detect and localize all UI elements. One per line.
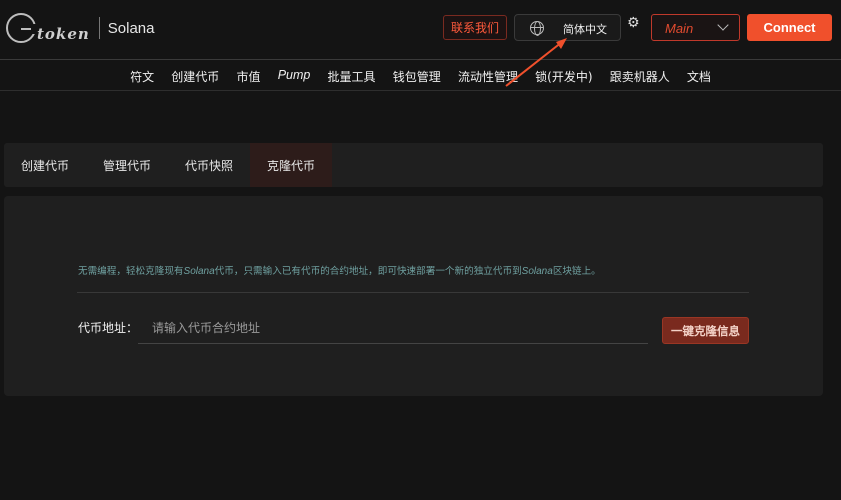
language-selector[interactable]: 简体中文 <box>514 14 621 41</box>
main-nav: 符文 创建代币 市值 Pump 批量工具 钱包管理 流动性管理 锁(开发中) 跟… <box>0 60 841 90</box>
globe-icon <box>530 21 544 36</box>
logo-divider <box>98 17 100 39</box>
tab-create-token[interactable]: 创建代币 <box>4 143 86 187</box>
nav-item-pump[interactable]: Pump <box>269 60 319 90</box>
language-label: 简体中文 <box>563 23 607 36</box>
clone-token-panel: 无需编程，轻松克隆现有Solana代币，只需输入已有代币的合约地址，即可快速部署… <box>4 196 823 396</box>
nav-item-batch-tools[interactable]: 批量工具 <box>319 60 384 90</box>
description-solana-2: Solana <box>521 266 553 277</box>
logo-mark-icon <box>6 13 37 43</box>
nav-item-docs[interactable]: 文档 <box>678 60 719 90</box>
token-address-input[interactable] <box>138 312 648 344</box>
chevron-down-icon <box>717 19 729 31</box>
chain-name: Solana <box>107 19 155 37</box>
network-label: Main <box>665 21 694 36</box>
nav-item-wallet-management[interactable]: 钱包管理 <box>384 60 449 90</box>
description-text-3: 区块链上。 <box>552 266 601 277</box>
network-select[interactable]: Main <box>651 14 740 41</box>
panel-divider <box>77 292 749 293</box>
connect-button[interactable]: Connect <box>747 14 832 41</box>
nav-item-lock[interactable]: 锁(开发中) <box>527 60 602 90</box>
logo[interactable]: token Solana <box>6 13 155 43</box>
nav-item-copy-trade-bot[interactable]: 跟卖机器人 <box>601 60 678 90</box>
description-text-1: 无需编程，轻松克隆现有 <box>78 266 184 277</box>
description-text-2: 代币，只需输入已有代币的合约地址，即可快速部署一个新的独立代币到 <box>214 266 522 277</box>
header: token Solana 联系我们 简体中文 ⚙ Main Connect <box>0 0 841 58</box>
nav-divider <box>0 90 841 91</box>
tab-manage-token[interactable]: 管理代币 <box>86 143 168 187</box>
clone-info-button[interactable]: 一键克隆信息 <box>662 317 749 344</box>
logo-word: token <box>37 25 90 43</box>
clone-description: 无需编程，轻松克隆现有Solana代币，只需输入已有代币的合约地址，即可快速部署… <box>78 263 601 277</box>
description-solana-1: Solana <box>183 266 215 277</box>
gear-icon[interactable]: ⚙ <box>627 16 640 30</box>
nav-item-runes[interactable]: 符文 <box>121 60 162 90</box>
token-address-label: 代币地址： <box>78 321 139 335</box>
tab-clone-token[interactable]: 克隆代币 <box>250 143 333 187</box>
nav-item-market-cap[interactable]: 市值 <box>228 60 269 90</box>
nav-item-create-token[interactable]: 创建代币 <box>163 60 228 90</box>
tab-token-snapshot[interactable]: 代币快照 <box>168 143 250 187</box>
token-tabs: 创建代币 管理代币 代币快照 克隆代币 <box>4 143 823 187</box>
contact-us-button[interactable]: 联系我们 <box>443 15 507 40</box>
nav-item-liquidity-management[interactable]: 流动性管理 <box>449 60 526 90</box>
